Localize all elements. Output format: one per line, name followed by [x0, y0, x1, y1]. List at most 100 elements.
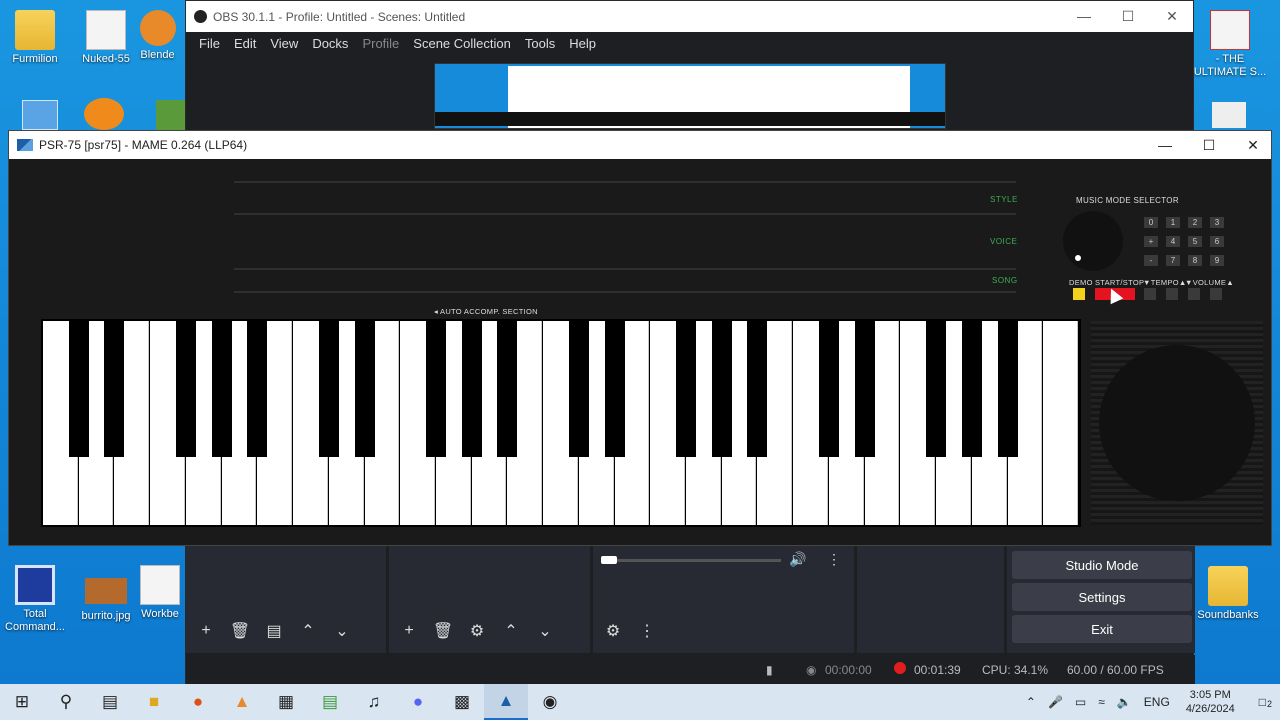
black-key[interactable] [318, 321, 339, 457]
menu-docks[interactable]: Docks [305, 36, 355, 51]
desktop-icon-blender[interactable]: Blende [130, 10, 185, 62]
maximize-icon[interactable]: ☐ [1106, 1, 1150, 31]
fl-studio-icon[interactable]: ▲ [220, 684, 264, 720]
trash-icon[interactable]: 🗑 [228, 619, 252, 643]
desktop-icon-soundbanks[interactable]: Soundbanks [1188, 566, 1268, 622]
black-key[interactable] [961, 321, 982, 457]
audio-app-icon[interactable]: ♫ [352, 684, 396, 720]
more-icon[interactable]: ⋮ [635, 619, 659, 643]
chevron-down-icon[interactable]: ⌄ [330, 619, 354, 643]
mame-taskbar-icon[interactable]: ▲ [484, 684, 528, 720]
filter-icon[interactable]: ▤ [262, 619, 286, 643]
numpad-key[interactable]: 4 [1166, 236, 1180, 247]
minimize-icon[interactable]: — [1143, 131, 1187, 159]
desktop-icon-ultimate[interactable]: - THE ULTIMATE S... [1190, 10, 1270, 79]
file-explorer-icon[interactable]: ■ [132, 684, 176, 720]
obs-preview[interactable] [434, 63, 946, 129]
black-key[interactable] [997, 321, 1018, 457]
start-icon[interactable]: ⊞ [0, 684, 44, 720]
discord-icon[interactable]: ● [396, 684, 440, 720]
maximize-icon[interactable]: ☐ [1187, 131, 1231, 159]
volume-slider[interactable] [601, 556, 781, 564]
language-indicator[interactable]: ENG [1138, 695, 1176, 709]
microphone-icon[interactable]: 🎤 [1042, 695, 1069, 709]
clock[interactable]: 3:05 PM 4/26/2024 [1176, 688, 1245, 716]
desktop-icon-furmilion[interactable]: Furmilion [0, 10, 75, 66]
battery-icon[interactable]: ▭ [1069, 695, 1092, 709]
menu-scene-collection[interactable]: Scene Collection [406, 36, 518, 51]
black-key[interactable] [747, 321, 768, 457]
terminal-icon[interactable]: ▩ [440, 684, 484, 720]
black-key[interactable] [425, 321, 446, 457]
black-key[interactable] [354, 321, 375, 457]
black-key[interactable] [604, 321, 625, 457]
black-key[interactable] [676, 321, 697, 457]
volume-down-button[interactable] [1188, 288, 1200, 300]
wifi-icon[interactable]: ≈ [1092, 695, 1111, 709]
menu-edit[interactable]: Edit [227, 36, 263, 51]
black-key[interactable] [461, 321, 482, 457]
black-key[interactable] [818, 321, 839, 457]
add-icon[interactable]: + [194, 619, 218, 643]
numpad-key[interactable]: 7 [1166, 255, 1180, 266]
desktop-icon-workbench[interactable]: Workbe [134, 565, 186, 621]
chevron-down-icon[interactable]: ⌄ [533, 619, 557, 643]
search-icon[interactable]: ⚲ [44, 684, 88, 720]
chevron-up-icon[interactable]: ⌃ [1020, 695, 1042, 709]
minimize-icon[interactable]: — [1062, 1, 1106, 31]
menu-profile[interactable]: Profile [355, 36, 406, 51]
tempo-down-button[interactable] [1144, 288, 1156, 300]
numpad-key[interactable]: 6 [1210, 236, 1224, 247]
black-key[interactable] [568, 321, 589, 457]
numpad-key[interactable]: 5 [1188, 236, 1202, 247]
menu-help[interactable]: Help [562, 36, 603, 51]
chevron-up-icon[interactable]: ⌃ [296, 619, 320, 643]
black-key[interactable] [926, 321, 947, 457]
notepad-icon[interactable]: ▤ [308, 684, 352, 720]
close-icon[interactable]: ✕ [1150, 1, 1194, 31]
black-key[interactable] [104, 321, 125, 457]
volume-up-button[interactable] [1210, 288, 1222, 300]
volume-handle[interactable] [601, 556, 617, 564]
settings-button[interactable]: Settings [1012, 583, 1192, 611]
obs-titlebar[interactable]: OBS 30.1.1 - Profile: Untitled - Scenes:… [186, 1, 1193, 32]
black-key[interactable] [68, 321, 89, 457]
black-key[interactable] [247, 321, 268, 457]
black-key[interactable] [711, 321, 732, 457]
numpad-key[interactable]: 1 [1166, 217, 1180, 228]
black-key[interactable] [497, 321, 518, 457]
studio-mode-button[interactable]: Studio Mode [1012, 551, 1192, 579]
gears-icon[interactable]: ⚙ [601, 619, 625, 643]
more-icon[interactable]: ⋮ [827, 551, 841, 568]
black-key[interactable] [854, 321, 875, 457]
desktop-icon-total-commander[interactable]: Total Command... [0, 565, 75, 634]
menu-view[interactable]: View [263, 36, 305, 51]
numpad-key[interactable]: 3 [1210, 217, 1224, 228]
numpad-key[interactable]: - [1144, 255, 1158, 266]
demo-button[interactable] [1073, 288, 1085, 300]
gear-icon[interactable]: ⚙ [465, 619, 489, 643]
chevron-up-icon[interactable]: ⌃ [499, 619, 523, 643]
mame-titlebar[interactable]: PSR-75 [psr75] - MAME 0.264 (LLP64) [9, 131, 1271, 159]
close-icon[interactable]: ✕ [1231, 131, 1275, 159]
task-view-icon[interactable]: ▤ [88, 684, 132, 720]
music-mode-knob[interactable] [1063, 211, 1123, 271]
add-icon[interactable]: + [397, 619, 421, 643]
tempo-up-button[interactable] [1166, 288, 1178, 300]
obs-taskbar-icon[interactable]: ◉ [528, 684, 572, 720]
numpad-key[interactable]: 8 [1188, 255, 1202, 266]
black-key[interactable] [211, 321, 232, 457]
numpad-key[interactable]: 0 [1144, 217, 1158, 228]
firefox-icon[interactable]: ● [176, 684, 220, 720]
menu-file[interactable]: File [192, 36, 227, 51]
white-key[interactable] [1043, 321, 1078, 525]
numpad-key[interactable]: 9 [1210, 255, 1224, 266]
speaker-icon[interactable]: 🔊 [789, 551, 806, 568]
trash-icon[interactable]: 🗑 [431, 619, 455, 643]
numpad-key[interactable]: 2 [1188, 217, 1202, 228]
menu-tools[interactable]: Tools [518, 36, 562, 51]
exit-button[interactable]: Exit [1012, 615, 1192, 643]
numpad-key[interactable]: + [1144, 236, 1158, 247]
black-key[interactable] [175, 321, 196, 457]
notification-center-icon[interactable]: □ 2 [1245, 695, 1280, 709]
